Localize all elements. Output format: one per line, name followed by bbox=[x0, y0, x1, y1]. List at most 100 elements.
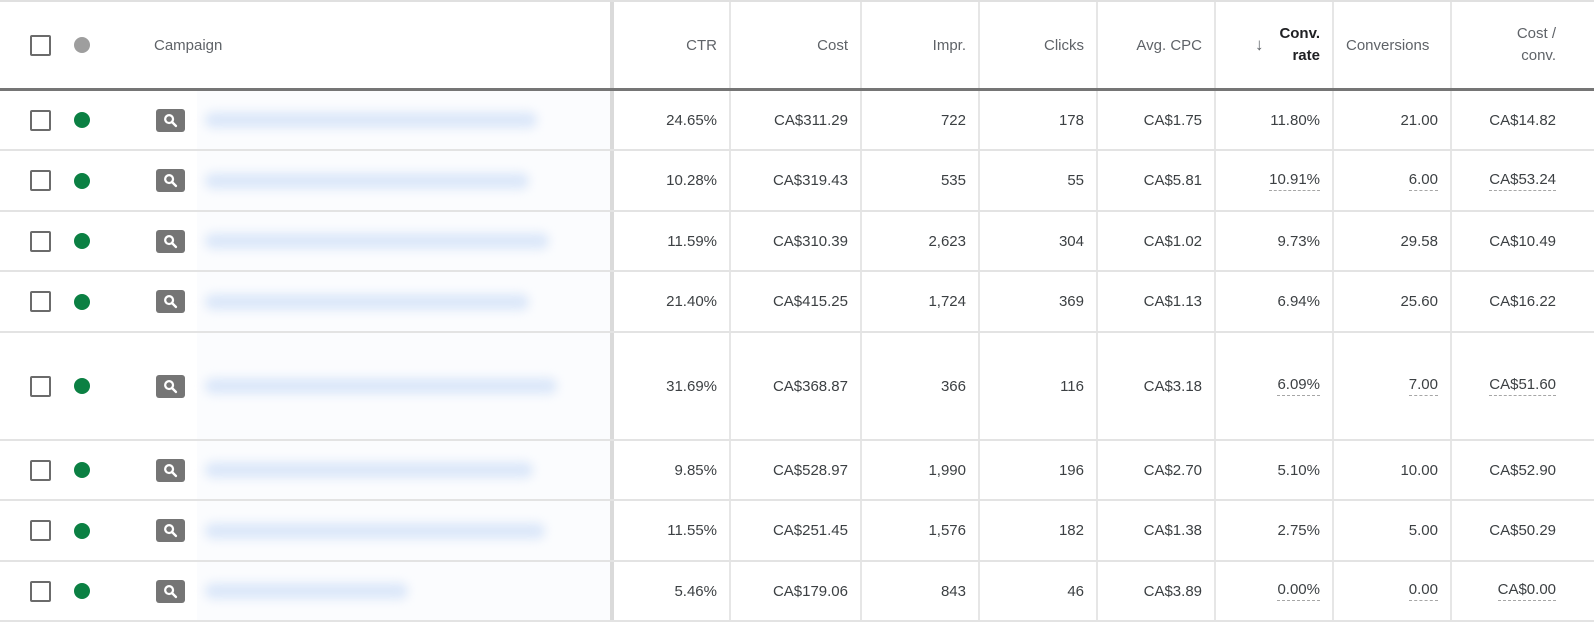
row-status-cell bbox=[62, 562, 112, 620]
campaign-name-blurred bbox=[205, 112, 538, 128]
status-enabled-icon[interactable] bbox=[74, 293, 90, 310]
campaign-name-blurred bbox=[205, 462, 534, 478]
conv-rate-value: 2.75% bbox=[1277, 522, 1320, 539]
select-all-checkbox[interactable] bbox=[29, 34, 51, 56]
table-row[interactable]: 24.65% CA$311.29 722 178 CA$1.75 11.80% … bbox=[0, 91, 1594, 151]
conv-rate-value: 10.91% bbox=[1269, 171, 1320, 191]
clicks-value: 369 bbox=[1058, 293, 1084, 310]
campaign-header-cell[interactable]: Campaign bbox=[112, 2, 610, 88]
campaign-name-link[interactable] bbox=[197, 212, 610, 270]
campaign-name-link[interactable] bbox=[197, 562, 610, 620]
row-checkbox[interactable] bbox=[29, 459, 51, 481]
row-checkbox[interactable] bbox=[29, 580, 51, 602]
campaign-name-link[interactable] bbox=[197, 151, 610, 210]
status-enabled-icon[interactable] bbox=[74, 233, 90, 249]
row-status-cell bbox=[62, 212, 112, 270]
search-icon bbox=[156, 579, 185, 603]
avg-cpc-value: CA$2.70 bbox=[1143, 461, 1202, 479]
cost-cell: CA$368.87 bbox=[729, 333, 860, 439]
magnifier-glyph bbox=[164, 113, 178, 127]
row-select-cell bbox=[0, 333, 62, 439]
campaign-name-link[interactable] bbox=[197, 501, 610, 560]
row-checkbox[interactable] bbox=[29, 291, 51, 312]
conv-rate-header-line1: Conv. bbox=[1279, 25, 1320, 42]
table-row[interactable]: 21.40% CA$415.25 1,724 369 CA$1.13 6.94%… bbox=[0, 272, 1594, 333]
search-icon bbox=[156, 229, 185, 253]
ctr-cell: 11.59% bbox=[610, 212, 729, 270]
cost-cell: CA$311.29 bbox=[729, 91, 860, 149]
cost-per-conv-value: CA$51.60 bbox=[1489, 376, 1556, 396]
campaign-name-blurred bbox=[205, 293, 529, 310]
row-checkbox[interactable] bbox=[29, 170, 51, 191]
conv-rate-cell: 11.80% bbox=[1214, 91, 1332, 149]
avg-cpc-value: CA$1.75 bbox=[1143, 111, 1202, 129]
table-row[interactable]: 9.85% CA$528.97 1,990 196 CA$2.70 5.10% … bbox=[0, 441, 1594, 501]
conversions-value: 10.00 bbox=[1400, 461, 1438, 479]
status-enabled-icon[interactable] bbox=[74, 583, 90, 599]
table-row[interactable]: 10.28% CA$319.43 535 55 CA$5.81 10.91% 6… bbox=[0, 151, 1594, 212]
cost-value: CA$311.29 bbox=[774, 111, 848, 129]
campaign-name-link[interactable] bbox=[197, 91, 610, 149]
conv-rate-header[interactable]: ↓ Conv. rate bbox=[1214, 2, 1332, 88]
cost-per-conv-header-label: Cost / conv. bbox=[1517, 23, 1556, 67]
clicks-header[interactable]: Clicks bbox=[978, 2, 1096, 88]
clicks-value: 196 bbox=[1058, 461, 1084, 479]
clicks-cell: 178 bbox=[978, 91, 1096, 149]
status-enabled-icon[interactable] bbox=[74, 112, 90, 128]
clicks-value: 182 bbox=[1058, 522, 1084, 539]
table-row[interactable]: 11.59% CA$310.39 2,623 304 CA$1.02 9.73%… bbox=[0, 212, 1594, 272]
avg-cpc-header[interactable]: Avg. CPC bbox=[1096, 2, 1214, 88]
ctr-cell: 24.65% bbox=[610, 91, 729, 149]
impr-header[interactable]: Impr. bbox=[860, 2, 978, 88]
cost-cell: CA$310.39 bbox=[729, 212, 860, 270]
clicks-header-label: Clicks bbox=[1044, 36, 1084, 54]
impr-value: 722 bbox=[940, 111, 966, 129]
clicks-value: 55 bbox=[1067, 172, 1084, 189]
cost-per-conv-cell: CA$0.00 bbox=[1450, 562, 1594, 620]
campaign-header[interactable]: Campaign bbox=[154, 37, 222, 54]
campaign-name-blurred bbox=[205, 233, 550, 249]
table-row[interactable]: 11.55% CA$251.45 1,576 182 CA$1.38 2.75%… bbox=[0, 501, 1594, 562]
status-enabled-icon[interactable] bbox=[74, 378, 90, 394]
table-row[interactable]: 5.46% CA$179.06 843 46 CA$3.89 0.00% 0.0… bbox=[0, 562, 1594, 622]
magnifier-glyph bbox=[164, 174, 178, 188]
row-select-cell bbox=[0, 91, 62, 149]
campaign-name-link[interactable] bbox=[197, 272, 610, 331]
row-checkbox[interactable] bbox=[29, 230, 51, 252]
campaign-name-link[interactable] bbox=[197, 441, 610, 499]
search-icon bbox=[156, 374, 185, 398]
cost-value: CA$415.25 bbox=[772, 293, 848, 310]
cost-per-conv-cell: CA$10.49 bbox=[1450, 212, 1594, 270]
row-checkbox[interactable] bbox=[29, 375, 51, 397]
avg-cpc-cell: CA$3.18 bbox=[1096, 333, 1214, 439]
row-select-cell bbox=[0, 441, 62, 499]
conv-rate-header-label: Conv. rate bbox=[1279, 23, 1320, 67]
cost-per-conv-header-line2: conv. bbox=[1521, 47, 1556, 64]
ctr-header[interactable]: CTR bbox=[610, 2, 729, 88]
row-checkbox[interactable] bbox=[29, 520, 51, 541]
campaign-name-blurred bbox=[205, 522, 546, 539]
row-campaign-cell bbox=[112, 333, 610, 439]
cost-header[interactable]: Cost bbox=[729, 2, 860, 88]
ctr-value: 11.55% bbox=[667, 522, 717, 539]
conversions-value: 6.00 bbox=[1408, 171, 1438, 191]
status-enabled-icon[interactable] bbox=[74, 462, 90, 478]
campaign-name-link[interactable] bbox=[197, 333, 610, 439]
cost-per-conv-value: CA$14.82 bbox=[1489, 111, 1556, 129]
impr-value: 843 bbox=[940, 582, 966, 600]
avg-cpc-cell: CA$1.75 bbox=[1096, 91, 1214, 149]
table-row[interactable]: 31.69% CA$368.87 366 116 CA$3.18 6.09% 7… bbox=[0, 333, 1594, 441]
cost-per-conv-cell: CA$50.29 bbox=[1450, 501, 1594, 560]
impr-cell: 2,623 bbox=[860, 212, 978, 270]
avg-cpc-value: CA$3.18 bbox=[1143, 377, 1202, 395]
status-enabled-icon[interactable] bbox=[74, 172, 90, 189]
cost-per-conv-header[interactable]: Cost / conv. bbox=[1450, 2, 1594, 88]
avg-cpc-value: CA$1.38 bbox=[1143, 522, 1202, 539]
status-dot-icon[interactable] bbox=[74, 37, 90, 53]
row-status-cell bbox=[62, 501, 112, 560]
ctr-cell: 5.46% bbox=[610, 562, 729, 620]
avg-cpc-cell: CA$1.38 bbox=[1096, 501, 1214, 560]
status-enabled-icon[interactable] bbox=[74, 522, 90, 539]
row-checkbox[interactable] bbox=[29, 109, 51, 131]
conversions-header[interactable]: Conversions bbox=[1332, 2, 1450, 88]
